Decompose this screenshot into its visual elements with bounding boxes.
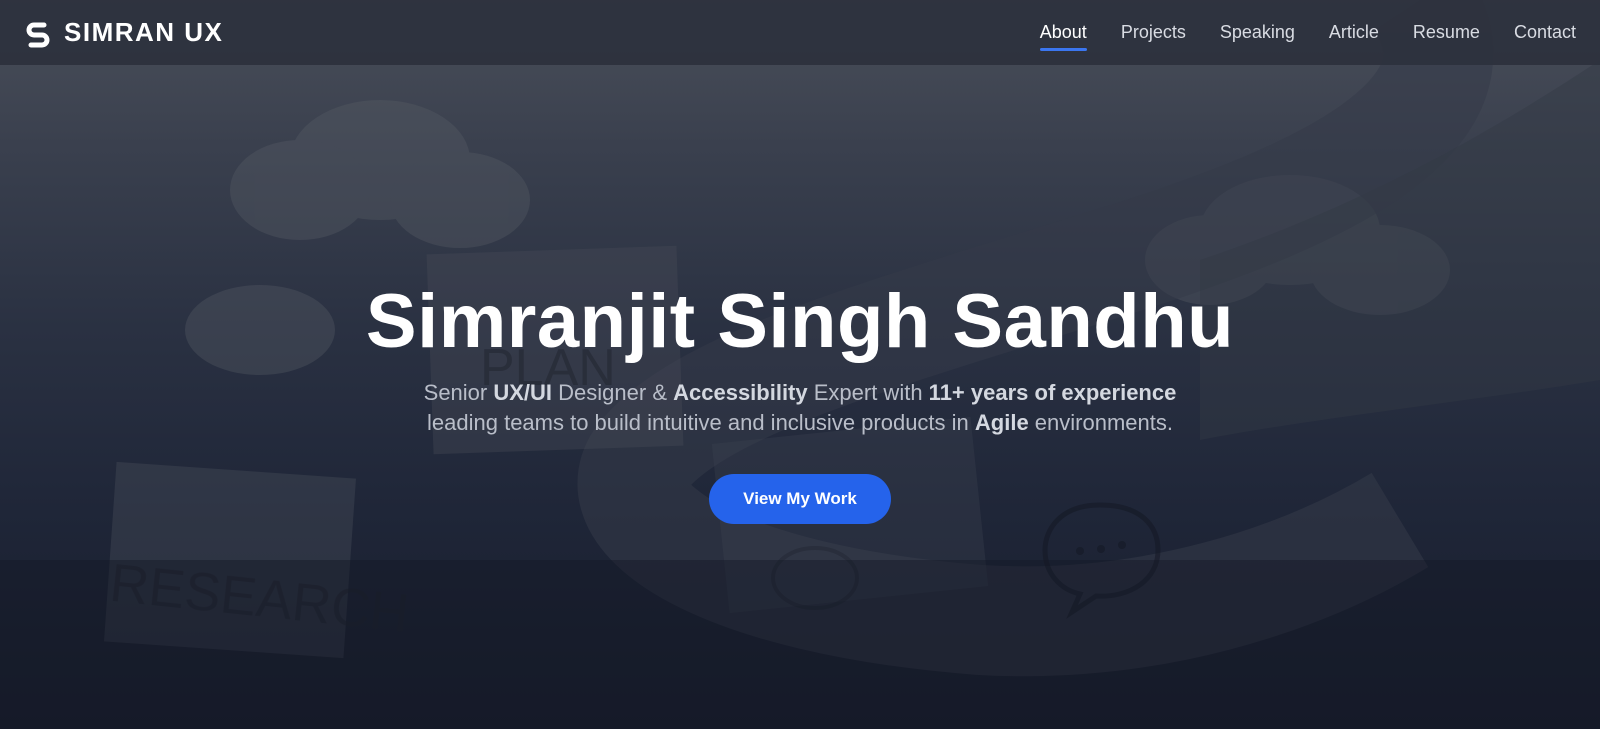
subtitle-text: Senior bbox=[423, 379, 494, 405]
nav-resume[interactable]: Resume bbox=[1413, 16, 1480, 49]
hero-section: Simranjit Singh Sandhu Senior UX/UI Desi… bbox=[0, 280, 1600, 524]
nav-contact[interactable]: Contact bbox=[1514, 16, 1576, 49]
hero-subtitle-line-1: Senior UX/UI Designer & Accessibility Ex… bbox=[424, 380, 1177, 405]
top-navbar: SIMRAN UX About Projects Speaking Articl… bbox=[0, 0, 1600, 65]
subtitle-text: Designer & bbox=[552, 379, 674, 405]
nav-projects[interactable]: Projects bbox=[1121, 16, 1186, 49]
subtitle-text: Expert with bbox=[807, 379, 929, 405]
brand-name: SIMRAN UX bbox=[64, 17, 224, 47]
nav-article[interactable]: Article bbox=[1329, 16, 1379, 49]
view-my-work-button[interactable]: View My Work bbox=[709, 473, 891, 524]
main-nav: About Projects Speaking Article Resume C… bbox=[1039, 16, 1576, 51]
hero-subtitle: Senior UX/UI Designer & Accessibility Ex… bbox=[0, 378, 1600, 438]
s-logo-icon bbox=[22, 17, 54, 49]
subtitle-emphasis: Agile bbox=[974, 409, 1029, 435]
subtitle-emphasis: UX/UI bbox=[493, 379, 553, 405]
nav-speaking[interactable]: Speaking bbox=[1220, 16, 1295, 49]
hero-title: Simranjit Singh Sandhu bbox=[365, 279, 1235, 364]
subtitle-emphasis: 11+ years of experience bbox=[928, 379, 1177, 405]
brand-logo-link[interactable]: SIMRAN UX bbox=[22, 17, 223, 49]
subtitle-text: leading teams to build intuitive and inc… bbox=[427, 409, 975, 435]
subtitle-text: environments. bbox=[1028, 409, 1173, 435]
subtitle-emphasis: Accessibility bbox=[673, 379, 808, 405]
hero-subtitle-line-2: leading teams to build intuitive and inc… bbox=[427, 410, 1173, 435]
nav-about[interactable]: About bbox=[1039, 16, 1087, 51]
